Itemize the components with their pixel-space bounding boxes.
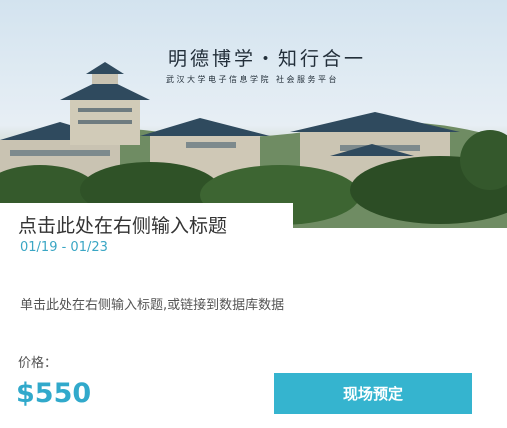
campus-buildings-illustration [0, 62, 507, 228]
date-range: 01/19 - 01/23 [20, 240, 108, 255]
banner-slogan: 明德博学・知行合一 [168, 48, 367, 70]
card-title[interactable]: 点击此处在右侧输入标题 [18, 211, 227, 238]
hero-image [0, 0, 507, 228]
price-value: $550 [16, 378, 92, 409]
price-label: 价格： [18, 356, 58, 371]
banner-subtitle: 武汉大学电子信息学院 社会服务平台 [166, 75, 340, 84]
book-now-button[interactable]: 现场预定 [274, 373, 472, 414]
card-description[interactable]: 单击此处在右侧输入标题,或链接到数据库数据 [20, 294, 284, 313]
